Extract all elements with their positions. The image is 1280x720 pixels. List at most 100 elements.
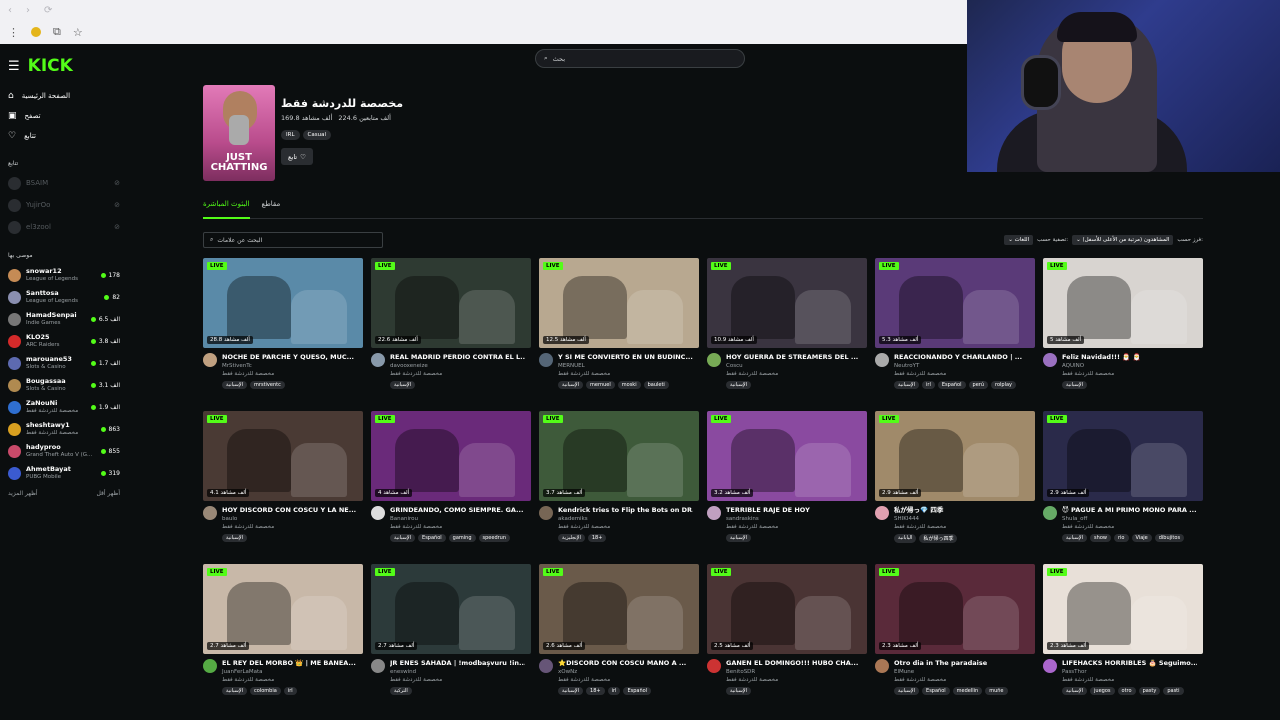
- recommended-item[interactable]: hadyproo Grand Theft Auto V (G... 855: [8, 440, 120, 462]
- channel-name[interactable]: BenitoSDR: [726, 668, 861, 676]
- stream-tag[interactable]: الإسبانية: [726, 687, 752, 695]
- stream-category[interactable]: مخصصة للدردشة فقط: [390, 523, 525, 531]
- menu-dots-icon[interactable]: ⋮: [8, 26, 19, 39]
- stream-card[interactable]: LIVE 3.2 ألف مشاهد TERRIBLE RAJE DE HOY san…: [707, 411, 867, 564]
- stream-tag[interactable]: الإسبانية: [222, 381, 248, 389]
- channel-avatar[interactable]: [539, 506, 553, 520]
- stream-category[interactable]: مخصصة للدردشة فقط: [1062, 523, 1197, 531]
- forward-icon[interactable]: ›: [26, 5, 30, 16]
- stream-tag[interactable]: muñe: [985, 687, 1008, 695]
- stream-category[interactable]: مخصصة للدردشة فقط: [1062, 676, 1197, 684]
- nav-item[interactable]: ▣ تصفح: [8, 106, 120, 126]
- following-item[interactable]: YujirOo ⊘: [8, 194, 120, 216]
- stream-card[interactable]: LIVE 3.7 ألف مشاهد Kendrick tries to Flip …: [539, 411, 699, 564]
- stream-tag[interactable]: speedrun: [478, 534, 511, 542]
- stream-thumbnail[interactable]: LIVE 2.7 ألف مشاهد: [371, 564, 531, 654]
- stream-card[interactable]: LIVE 22.6 ألف مشاهد REAL MADRID PERDIO CON…: [371, 258, 531, 411]
- stream-card[interactable]: LIVE 2.7 ألف مشاهد EL REY DEL MORBO 👑 | ME…: [203, 564, 363, 717]
- channel-name[interactable]: ElMune: [894, 668, 1029, 676]
- stream-category[interactable]: مخصصة للدردشة فقط: [558, 370, 693, 378]
- stream-tag[interactable]: medellin: [952, 687, 983, 695]
- channel-avatar[interactable]: [707, 659, 721, 673]
- sort-dropdown[interactable]: ⌄ المشاهدون (مرتبة من الأعلى للأسفل): [1072, 235, 1174, 245]
- language-filter-dropdown[interactable]: ⌄ اللغات: [1004, 235, 1034, 245]
- stream-tag[interactable]: الإسبانية: [1062, 381, 1088, 389]
- reload-icon[interactable]: ⟳: [44, 5, 52, 16]
- stream-title[interactable]: EL REY DEL MORBO 👑 | ME BANEA...: [222, 659, 357, 668]
- stream-tag[interactable]: bauleti: [643, 381, 669, 389]
- channel-name[interactable]: NeutroYT: [894, 362, 1029, 370]
- search-input[interactable]: ⌕ بحث: [535, 49, 745, 68]
- stream-title[interactable]: REAL MADRID PERDIO CONTRA EL L...: [390, 353, 525, 362]
- channel-name[interactable]: JuanFerLaMata: [222, 668, 357, 676]
- stream-thumbnail[interactable]: LIVE 12.5 ألف مشاهد: [539, 258, 699, 348]
- stream-tag[interactable]: mrstiventc: [250, 381, 285, 389]
- stream-tag[interactable]: Español: [418, 534, 446, 542]
- channel-avatar[interactable]: [539, 659, 553, 673]
- stream-tag[interactable]: 18+: [586, 687, 605, 695]
- stream-category[interactable]: مخصصة للدردشة فقط: [222, 370, 357, 378]
- stream-thumbnail[interactable]: LIVE 5.3 ألف مشاهد: [875, 258, 1035, 348]
- channel-avatar[interactable]: [1043, 659, 1057, 673]
- stream-title[interactable]: Y SI ME CONVIERTO EN UN BUDINC...: [558, 353, 693, 362]
- stream-thumbnail[interactable]: LIVE 2.3 ألف مشاهد: [1043, 564, 1203, 654]
- channel-avatar[interactable]: [1043, 353, 1057, 367]
- stream-category[interactable]: مخصصة للدردشة فقط: [222, 676, 357, 684]
- following-item[interactable]: el3zool ⊘: [8, 216, 120, 238]
- channel-name[interactable]: PassThor: [1062, 668, 1197, 676]
- stream-tag[interactable]: التركية: [390, 687, 412, 695]
- stream-card[interactable]: LIVE 5 ألف مشاهد Feliz Navidad!!! 🎅 🎅 AQUIN…: [1043, 258, 1203, 411]
- kick-logo[interactable]: KICK: [28, 56, 73, 76]
- stream-thumbnail[interactable]: LIVE 3.7 ألف مشاهد: [539, 411, 699, 501]
- stream-tag[interactable]: 18+: [587, 534, 607, 542]
- channel-avatar[interactable]: [1043, 506, 1057, 520]
- stream-card[interactable]: LIVE 28.8 ألف مشاهد NOCHE DE PARCHE Y QUES…: [203, 258, 363, 411]
- channel-avatar[interactable]: [203, 659, 217, 673]
- stream-title[interactable]: GANEN EL DOMINGO!!! HUBO CHA...: [726, 659, 861, 668]
- stream-card[interactable]: LIVE 2.5 ألف مشاهد GANEN EL DOMINGO!!! HUB…: [707, 564, 867, 717]
- channel-avatar[interactable]: [371, 506, 385, 520]
- stream-category[interactable]: مخصصة للدردشة فقط: [894, 370, 1029, 378]
- stream-thumbnail[interactable]: LIVE 2.9 ألف مشاهد: [1043, 411, 1203, 501]
- stream-tag[interactable]: Español: [922, 687, 950, 695]
- stream-tag[interactable]: الإسبانية: [222, 687, 248, 695]
- channel-name[interactable]: Shula_off: [1062, 515, 1197, 523]
- extension-icon[interactable]: ⧉: [53, 25, 61, 39]
- channel-name[interactable]: xOwNz: [558, 668, 693, 676]
- bookmark-star-icon[interactable]: ☆: [73, 26, 83, 39]
- channel-name[interactable]: eneswind: [390, 668, 525, 676]
- stream-tag[interactable]: الإسبانية: [558, 381, 584, 389]
- stream-tag[interactable]: juegos: [1090, 687, 1115, 695]
- nav-item[interactable]: ⌂ الصفحة الرئيسية: [8, 86, 120, 106]
- stream-tag[interactable]: الإسبانية: [390, 534, 416, 542]
- stream-category[interactable]: مخصصة للدردشة فقط: [558, 676, 693, 684]
- recommended-item[interactable]: ZaNouNi مخصصة للدردشة فقط 1.9 الف: [8, 396, 120, 418]
- stream-tag[interactable]: الإسبانية: [726, 381, 752, 389]
- stream-thumbnail[interactable]: LIVE 22.6 ألف مشاهد: [371, 258, 531, 348]
- stream-tag[interactable]: Español: [937, 381, 966, 389]
- stream-tag[interactable]: الإسبانية: [1062, 687, 1088, 695]
- stream-title[interactable]: 😈 PAGUE A MI PRIMO MONO PARA ...: [1062, 506, 1197, 515]
- category-tag[interactable]: Casual: [302, 130, 331, 140]
- tab-clips[interactable]: مقاطع: [262, 200, 281, 219]
- stream-card[interactable]: LIVE 12.5 ألف مشاهد Y SI ME CONVIERTO EN U…: [539, 258, 699, 411]
- stream-card[interactable]: LIVE 2.3 ألف مشاهد Otro dia in The paradai…: [875, 564, 1035, 717]
- stream-tag[interactable]: mernuel: [586, 381, 615, 389]
- stream-tag[interactable]: rolplay: [991, 381, 1016, 389]
- stream-category[interactable]: مخصصة للدردشة فقط: [1062, 370, 1197, 378]
- stream-category[interactable]: مخصصة للدردشة فقط: [894, 523, 1029, 531]
- stream-category[interactable]: مخصصة للدردشة فقط: [390, 370, 525, 378]
- stream-thumbnail[interactable]: LIVE 2.6 ألف مشاهد: [539, 564, 699, 654]
- channel-avatar[interactable]: [707, 506, 721, 520]
- follow-button[interactable]: تابع ♡: [281, 148, 313, 165]
- stream-tag[interactable]: pasti: [1163, 687, 1184, 695]
- channel-avatar[interactable]: [539, 353, 553, 367]
- recommended-item[interactable]: Bougassaa Slots & Casino 3.1 الف: [8, 374, 120, 396]
- stream-title[interactable]: Kendrick tries to Flip the Bots on DR...: [558, 506, 693, 515]
- stream-title[interactable]: Feliz Navidad!!! 🎅 🎅: [1062, 353, 1197, 362]
- stream-tag[interactable]: الإسبانية: [390, 381, 416, 389]
- nav-item[interactable]: ♡ تتابع: [8, 126, 120, 146]
- back-icon[interactable]: ‹: [8, 5, 12, 16]
- stream-card[interactable]: LIVE 2.6 ألف مشاهد ⭐DISCORD CON COSCU MANO…: [539, 564, 699, 717]
- stream-title[interactable]: HOY DISCORD CON COSCU Y LA NE...: [222, 506, 357, 515]
